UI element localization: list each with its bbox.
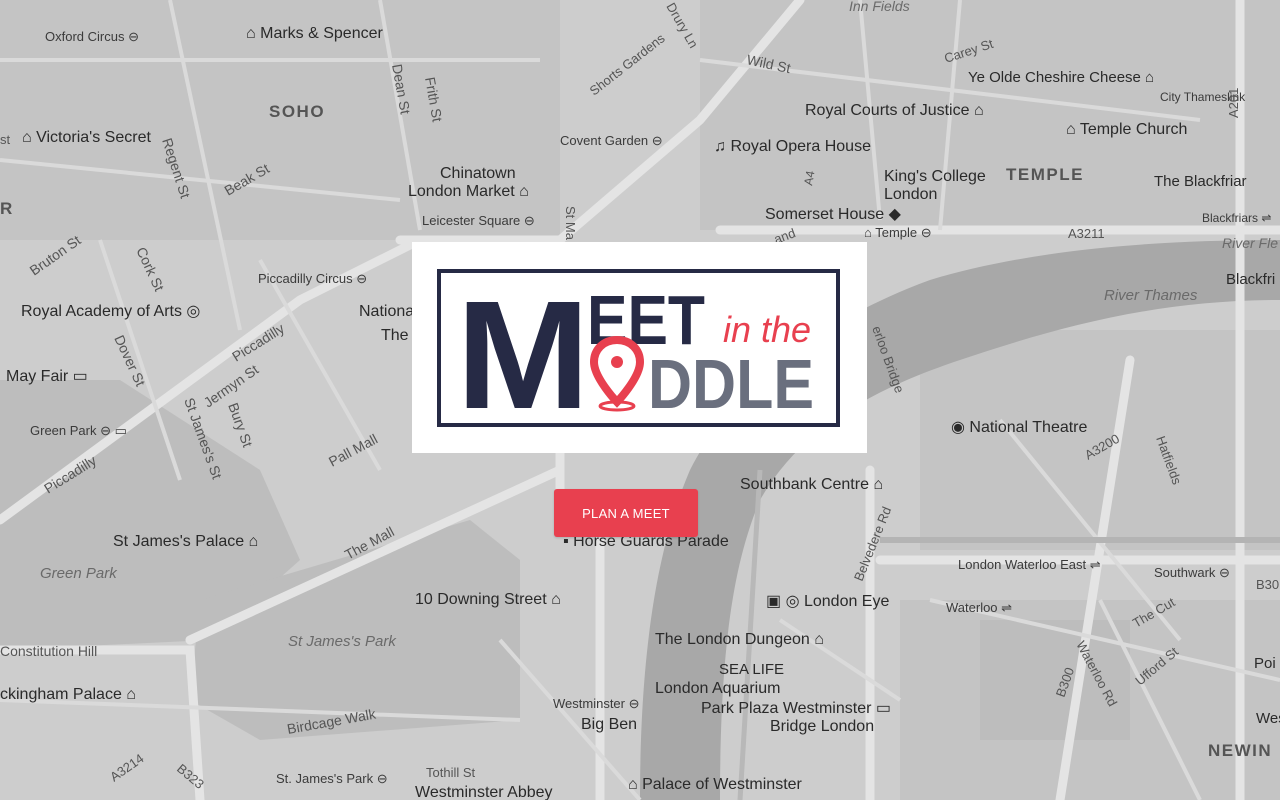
svg-text:10 Downing Street ⌂: 10 Downing Street ⌂ <box>415 591 561 608</box>
svg-text:A4: A4 <box>801 169 817 186</box>
svg-text:Blackfriars ⇌: Blackfriars ⇌ <box>1202 211 1271 225</box>
svg-text:Royal Courts of Justice ⌂: Royal Courts of Justice ⌂ <box>805 102 984 119</box>
svg-text:▣ ◎ London Eye: ▣ ◎ London Eye <box>766 593 889 610</box>
logo-word-ddle: DDLE <box>648 345 814 423</box>
svg-text:A3211: A3211 <box>1068 226 1105 241</box>
svg-text:St James's Palace ⌂: St James's Palace ⌂ <box>113 533 258 550</box>
svg-text:Nationa: Nationa <box>359 303 414 320</box>
svg-text:St Ma: St Ma <box>563 206 578 241</box>
svg-text:Royal Academy of Arts ◎: Royal Academy of Arts ◎ <box>21 303 200 320</box>
svg-text:Big Ben: Big Ben <box>581 716 637 733</box>
svg-text:⌂ Palace of Westminster: ⌂ Palace of Westminster <box>628 776 803 793</box>
svg-text:Park Plaza Westminster ▭: Park Plaza Westminster ▭ <box>701 700 891 717</box>
svg-text:May Fair ▭: May Fair ▭ <box>6 368 88 385</box>
svg-text:⌂ Temple Church: ⌂ Temple Church <box>1066 121 1187 138</box>
svg-text:Poi: Poi <box>1254 655 1276 672</box>
svg-text:TEMPLE: TEMPLE <box>1006 165 1084 184</box>
svg-text:Tothill St: Tothill St <box>426 765 476 780</box>
svg-text:⌂ Victoria's Secret: ⌂ Victoria's Secret <box>22 129 151 146</box>
svg-text:Chinatown: Chinatown <box>440 165 516 182</box>
svg-text:SEA LIFE: SEA LIFE <box>719 661 784 678</box>
svg-text:Ye Olde Cheshire Cheese ⌂: Ye Olde Cheshire Cheese ⌂ <box>968 69 1154 86</box>
svg-text:Green Park: Green Park <box>40 565 118 582</box>
svg-text:Somerset House ◆: Somerset House ◆ <box>765 206 902 223</box>
svg-text:Constitution Hill: Constitution Hill <box>0 643 97 659</box>
svg-text:⌂ Temple ⊖: ⌂ Temple ⊖ <box>864 225 932 240</box>
svg-text:Oxford Circus ⊖: Oxford Circus ⊖ <box>45 29 139 44</box>
svg-text:The: The <box>381 327 409 344</box>
svg-text:NEWIN: NEWIN <box>1208 741 1272 760</box>
svg-text:St. James's Park ⊖: St. James's Park ⊖ <box>276 771 388 786</box>
svg-text:River Thames: River Thames <box>1104 287 1198 304</box>
svg-text:Westminster Abbey: Westminster Abbey <box>415 784 553 800</box>
svg-text:London: London <box>884 186 937 203</box>
svg-text:Inn Fields: Inn Fields <box>849 0 910 14</box>
svg-text:SOHO: SOHO <box>269 102 325 121</box>
svg-text:Waterloo ⇌: Waterloo ⇌ <box>946 600 1012 615</box>
svg-text:⌂ Marks & Spencer: ⌂ Marks & Spencer <box>246 25 383 42</box>
svg-text:London Market ⌂: London Market ⌂ <box>408 183 529 200</box>
svg-text:London Aquarium: London Aquarium <box>655 680 780 697</box>
meet-in-the-middle-logo: M EET in the DDLE <box>456 269 814 441</box>
svg-text:King's College: King's College <box>884 168 986 185</box>
svg-text:◉ National Theatre: ◉ National Theatre <box>951 419 1088 436</box>
svg-text:Southwark ⊖: Southwark ⊖ <box>1154 565 1230 580</box>
svg-text:The Blackfriar: The Blackfriar <box>1154 173 1247 190</box>
svg-text:Blackfri: Blackfri <box>1226 271 1275 288</box>
svg-text:♫ Royal Opera House: ♫ Royal Opera House <box>714 138 871 155</box>
svg-text:Leicester Square ⊖: Leicester Square ⊖ <box>422 213 535 228</box>
svg-text:Green Park ⊖ ▭: Green Park ⊖ ▭ <box>30 423 127 438</box>
svg-text:ckingham Palace ⌂: ckingham Palace ⌂ <box>0 686 136 703</box>
svg-text:The London Dungeon ⌂: The London Dungeon ⌂ <box>655 631 824 648</box>
svg-text:Westminster ⊖: Westminster ⊖ <box>553 696 640 711</box>
svg-text:Covent Garden ⊖: Covent Garden ⊖ <box>560 133 663 148</box>
logo-card: M EET in the DDLE <box>412 242 867 453</box>
svg-text:A201: A201 <box>1226 88 1241 118</box>
svg-text:R: R <box>0 199 14 218</box>
svg-text:B30: B30 <box>1256 577 1279 592</box>
svg-text:River Fle: River Fle <box>1222 235 1278 251</box>
svg-text:Piccadilly Circus ⊖: Piccadilly Circus ⊖ <box>258 271 367 286</box>
svg-text:St James's Park: St James's Park <box>288 633 397 650</box>
logo-letter-m: M <box>456 269 590 441</box>
svg-text:Southbank Centre ⌂: Southbank Centre ⌂ <box>740 476 883 493</box>
svg-text:London Waterloo East ⇌: London Waterloo East ⇌ <box>958 557 1101 572</box>
svg-text:Wes: Wes <box>1256 710 1280 727</box>
svg-text:Bridge London: Bridge London <box>770 718 874 735</box>
logo-word-in-the: in the <box>723 309 811 350</box>
svg-text:st: st <box>0 132 11 147</box>
plan-a-meet-button[interactable]: PLAN A MEET <box>554 489 698 537</box>
